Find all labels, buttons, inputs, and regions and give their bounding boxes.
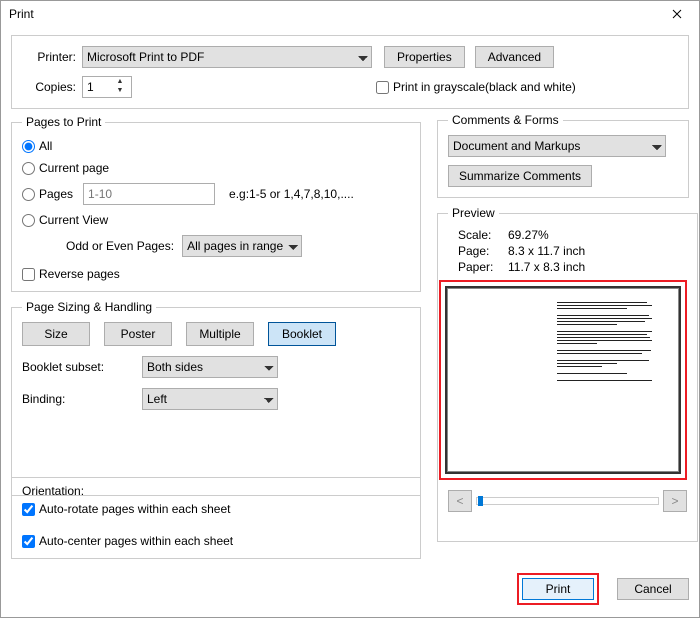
printer-select[interactable]: Microsoft Print to PDF (82, 46, 372, 68)
reverse-pages-checkbox[interactable] (22, 268, 35, 281)
print-button[interactable]: Print (522, 578, 594, 600)
auto-rotate-checkbox[interactable] (22, 503, 35, 516)
radio-current-page-label: Current page (39, 161, 109, 175)
preview-panel: Preview Scale:69.27% Page:8.3 x 11.7 inc… (437, 206, 698, 542)
title-bar: Print (1, 1, 699, 27)
pages-hint: e.g:1-5 or 1,4,7,8,10,.... (229, 187, 354, 201)
close-button[interactable] (663, 4, 691, 24)
page-key: Page: (458, 244, 508, 258)
radio-pages[interactable] (22, 188, 35, 201)
preview-scroll-track[interactable] (476, 497, 659, 505)
scale-value: 69.27% (508, 228, 549, 242)
binding-label: Binding: (22, 392, 142, 406)
auto-center-label: Auto-center pages within each sheet (39, 534, 233, 548)
pages-range-input[interactable] (83, 183, 215, 205)
radio-current-view[interactable] (22, 214, 35, 227)
advanced-button[interactable]: Advanced (475, 46, 554, 68)
spinner-arrows[interactable]: ▲▼ (113, 78, 127, 96)
preview-next-button[interactable]: > (663, 490, 687, 512)
summarize-comments-button[interactable]: Summarize Comments (448, 165, 592, 187)
radio-pages-label: Pages (39, 187, 73, 201)
print-button-highlight: Print (517, 573, 599, 605)
booklet-subset-label: Booklet subset: (22, 360, 142, 374)
preview-scroll-thumb[interactable] (478, 496, 483, 506)
odd-even-label: Odd or Even Pages: (66, 239, 174, 253)
auto-center-checkbox[interactable] (22, 535, 35, 548)
preview-page (445, 286, 681, 474)
page-value: 8.3 x 11.7 inch (508, 244, 585, 258)
paper-key: Paper: (458, 260, 508, 274)
preview-highlight (439, 280, 687, 480)
printer-label: Printer: (22, 50, 76, 64)
paper-value: 11.7 x 8.3 inch (508, 260, 585, 274)
preview-prev-button[interactable]: < (448, 490, 472, 512)
radio-current-page[interactable] (22, 162, 35, 175)
comments-select[interactable]: Document and Markups (448, 135, 666, 157)
radio-current-view-label: Current View (39, 213, 108, 227)
radio-all-label: All (39, 139, 52, 153)
preview-legend: Preview (448, 206, 499, 220)
booklet-subset-select[interactable]: Both sides (142, 356, 278, 378)
radio-all[interactable] (22, 140, 35, 153)
comments-legend: Comments & Forms (448, 113, 563, 127)
grayscale-checkbox[interactable] (376, 81, 389, 94)
properties-button[interactable]: Properties (384, 46, 465, 68)
cancel-button[interactable]: Cancel (617, 578, 689, 600)
booklet-button[interactable]: Booklet (268, 322, 336, 346)
orientation-legend: Orientation: (22, 484, 410, 498)
grayscale-label: Print in grayscale(black and white) (393, 80, 576, 94)
binding-select[interactable]: Left (142, 388, 278, 410)
sizing-legend: Page Sizing & Handling (22, 300, 156, 314)
window-title: Print (9, 7, 34, 21)
scale-key: Scale: (458, 228, 508, 242)
multiple-button[interactable]: Multiple (186, 322, 254, 346)
comments-panel: Comments & Forms Document and Markups Su… (437, 113, 689, 198)
printer-panel: Printer: Microsoft Print to PDF Properti… (11, 35, 689, 109)
dialog-footer: Print Cancel (517, 573, 689, 605)
close-icon (672, 9, 682, 19)
pages-to-print-panel: Pages to Print All Current page Pages e.… (11, 115, 421, 292)
copies-input[interactable] (83, 80, 113, 94)
page-sizing-panel: Page Sizing & Handling Size Poster Multi… (11, 300, 421, 496)
orientation-panel: Orientation: Auto-rotate pages within ea… (11, 477, 421, 559)
pages-legend: Pages to Print (22, 115, 105, 129)
copies-spinner[interactable]: ▲▼ (82, 76, 132, 98)
copies-label: Copies: (22, 80, 76, 94)
reverse-pages-label: Reverse pages (39, 267, 120, 281)
poster-button[interactable]: Poster (104, 322, 172, 346)
auto-rotate-label: Auto-rotate pages within each sheet (39, 502, 230, 516)
size-button[interactable]: Size (22, 322, 90, 346)
odd-even-select[interactable]: All pages in range (182, 235, 302, 257)
